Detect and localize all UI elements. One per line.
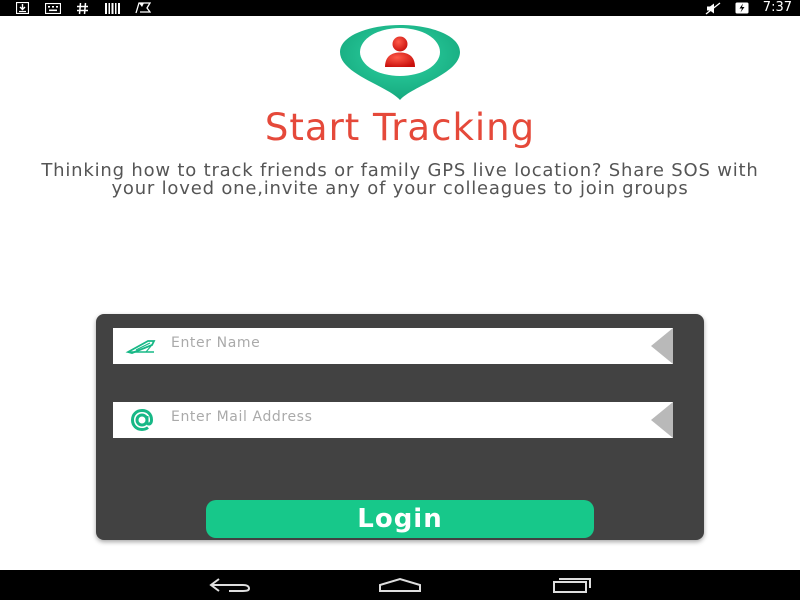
login-card: Login — [96, 314, 704, 540]
recents-icon[interactable] — [544, 573, 600, 597]
status-bar-right: 7:37 — [705, 0, 792, 16]
caret-left-icon — [651, 402, 673, 438]
name-input[interactable] — [171, 328, 651, 364]
flag-icon — [134, 2, 151, 14]
page-title: Start Tracking — [264, 106, 536, 149]
login-button[interactable]: Login — [206, 500, 594, 538]
caret-left-icon — [651, 328, 673, 364]
intro-description: Thinking how to track friends or family … — [41, 160, 759, 199]
keyboard-icon — [44, 2, 61, 14]
home-icon[interactable] — [372, 573, 428, 597]
status-time: 7:37 — [762, 0, 792, 15]
battery-charging-icon — [734, 2, 751, 14]
pen-icon — [113, 328, 171, 364]
download-icon — [14, 2, 31, 14]
navigation-bar — [0, 570, 800, 600]
mute-icon — [705, 1, 722, 15]
status-bar: 7:37 — [0, 0, 800, 16]
barcode-icon — [104, 2, 121, 14]
status-bar-left — [14, 2, 151, 14]
app-screen: 7:37 Start Tracking Thinking how to trac… — [0, 0, 800, 600]
mail-input[interactable] — [171, 402, 651, 438]
location-pin-person-icon — [338, 24, 462, 102]
back-icon[interactable] — [202, 573, 258, 597]
mail-field — [113, 402, 673, 438]
at-icon — [113, 402, 171, 438]
name-field — [113, 328, 673, 364]
hash-icon — [74, 2, 91, 14]
